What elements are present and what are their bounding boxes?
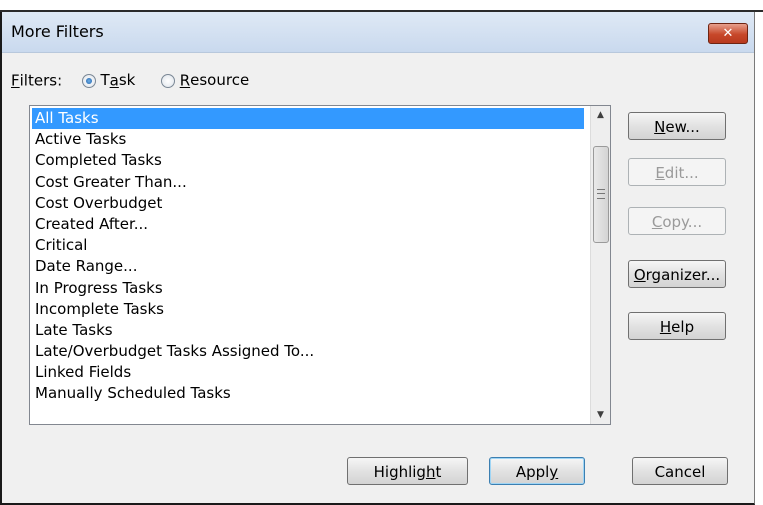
apply-button[interactable]: Apply (489, 457, 585, 485)
close-button[interactable]: ✕ (708, 23, 748, 44)
list-item[interactable]: In Progress Tasks (32, 278, 584, 299)
scroll-up-arrow-icon[interactable]: ▲ (591, 106, 610, 124)
filters-type-row: Filters: Task Resource (11, 71, 249, 90)
list-item[interactable]: Critical (32, 235, 584, 256)
list-item[interactable]: Late Tasks (32, 320, 584, 341)
list-item[interactable]: Cost Greater Than... (32, 172, 584, 193)
new-button[interactable]: New... (628, 112, 726, 140)
list-item[interactable]: Completed Tasks (32, 150, 584, 171)
close-icon: ✕ (722, 26, 734, 41)
list-item[interactable]: Incomplete Tasks (32, 299, 584, 320)
list-item[interactable]: Linked Fields (32, 362, 584, 383)
filters-label-mnemonic: F (11, 71, 20, 90)
task-radio[interactable] (81, 73, 96, 88)
more-filters-dialog: More Filters ✕ Filters: Task Resource Al… (0, 12, 755, 505)
dialog-title: More Filters (11, 22, 104, 41)
task-radio-label[interactable]: Task (100, 71, 135, 90)
list-item[interactable]: Manually Scheduled Tasks (32, 383, 584, 404)
organizer-button[interactable]: Organizer... (628, 260, 726, 288)
filter-listbox[interactable]: All Tasks Active Tasks Completed Tasks Cost… (29, 105, 611, 425)
filter-list: All Tasks Active Tasks Completed Tasks Cost… (32, 108, 584, 405)
grip-icon (597, 189, 605, 199)
list-item[interactable]: Date Range... (32, 256, 584, 277)
resource-radio-label[interactable]: Resource (180, 71, 249, 90)
list-item[interactable]: Late/Overbudget Tasks Assigned To... (32, 341, 584, 362)
title-bar: More Filters ✕ (2, 12, 754, 53)
vertical-scrollbar[interactable]: ▲ ▼ (590, 106, 610, 424)
filters-label-rest: ilters: (19, 71, 63, 90)
highlight-button[interactable]: Highlight (347, 457, 468, 485)
list-item[interactable]: Active Tasks (32, 129, 584, 150)
scroll-thumb[interactable] (593, 146, 609, 243)
cancel-button[interactable]: Cancel (632, 457, 728, 485)
scroll-down-arrow-icon[interactable]: ▼ (591, 406, 610, 424)
list-item[interactable]: Cost Overbudget (32, 193, 584, 214)
resource-radio[interactable] (160, 73, 175, 88)
list-item[interactable]: Created After... (32, 214, 584, 235)
help-button[interactable]: Help (628, 312, 726, 340)
list-item[interactable]: All Tasks (32, 108, 584, 130)
edit-button[interactable]: Edit... (628, 158, 726, 186)
screen-top-edge (0, 0, 763, 12)
filters-label: Filters: (11, 71, 63, 90)
copy-button[interactable]: Copy... (628, 207, 726, 235)
